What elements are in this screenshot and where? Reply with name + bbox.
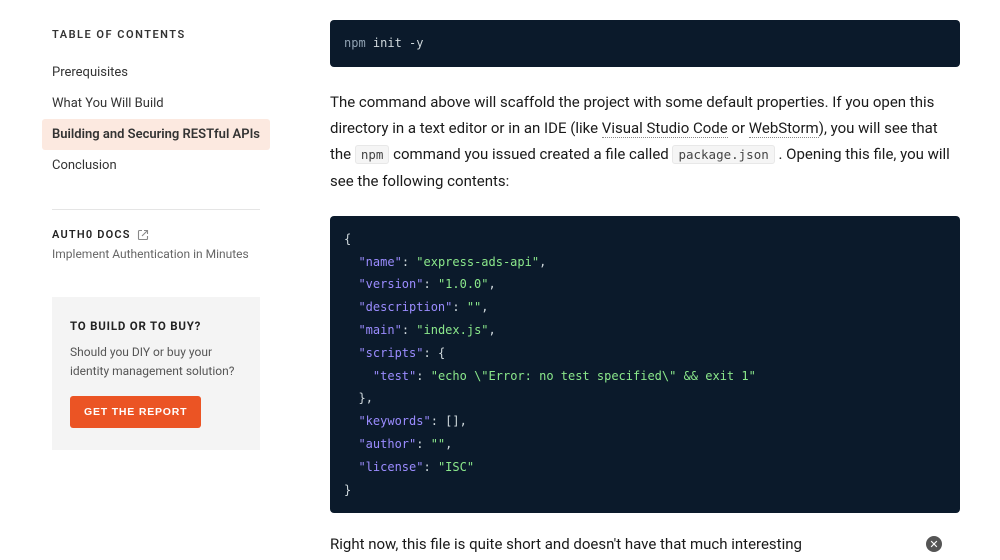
promo-title: TO BUILD OR TO BUY? [70, 319, 242, 333]
code-block-npm-init: npm init -y [330, 20, 960, 67]
paragraph-scaffold: The command above will scaffold the proj… [330, 89, 960, 194]
divider [52, 209, 260, 210]
link-webstorm[interactable]: WebStorm [749, 119, 819, 138]
inline-code-packagejson: package.json [672, 145, 774, 164]
promo-box: TO BUILD OR TO BUY? Should you DIY or bu… [52, 297, 260, 450]
article-main: npm init -y The command above will scaff… [280, 0, 1000, 560]
link-vscode[interactable]: Visual Studio Code [602, 119, 728, 138]
code-block-packagejson: { "name": "express-ads-api", "version": … [330, 216, 960, 514]
cmd-rest: init -y [366, 36, 424, 50]
toc-item-building-securing[interactable]: Building and Securing RESTful APIs [42, 119, 270, 150]
auth0-sub: Implement Authentication in Minutes [52, 247, 260, 261]
promo-text: Should you DIY or buy your identity mana… [70, 343, 242, 380]
text: command you issued created a file called [389, 145, 672, 163]
toc-item-prerequisites[interactable]: Prerequisites [42, 57, 270, 88]
paragraph-rightnow: Right now, this file is quite short and … [330, 535, 960, 553]
toc-item-conclusion[interactable]: Conclusion [42, 150, 270, 181]
external-link-icon [137, 229, 149, 241]
inline-code-npm: npm [355, 145, 390, 164]
auth0-docs-label: AUTH0 DOCS [52, 228, 131, 241]
toc-title: TABLE OF CONTENTS [52, 28, 260, 41]
sidebar: TABLE OF CONTENTS Prerequisites What You… [0, 0, 280, 560]
close-icon[interactable]: ✕ [926, 536, 942, 552]
cmd-prefix: npm [344, 36, 366, 50]
get-report-button[interactable]: GET THE REPORT [70, 396, 201, 428]
text: or [728, 119, 749, 137]
toc-list: Prerequisites What You Will Build Buildi… [52, 57, 260, 181]
auth0-docs-link[interactable]: AUTH0 DOCS [52, 228, 260, 241]
toc-item-what-you-will-build[interactable]: What You Will Build [42, 88, 270, 119]
